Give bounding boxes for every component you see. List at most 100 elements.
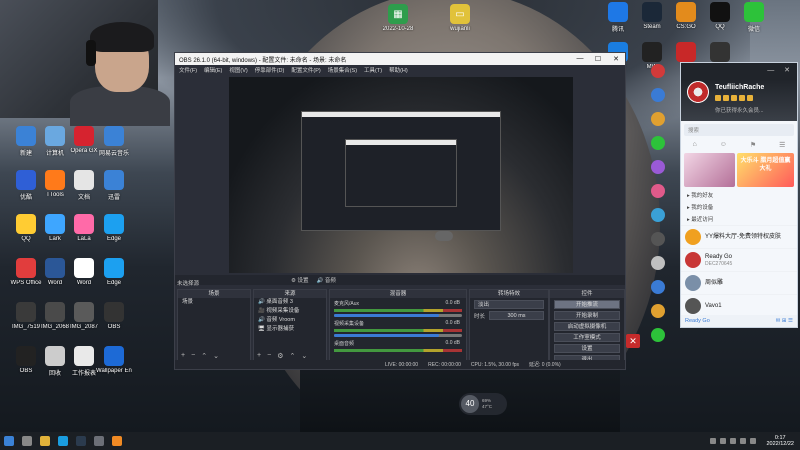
volume-icon[interactable] (740, 438, 747, 444)
down-icon[interactable]: ⌄ (213, 352, 219, 360)
start-recording-button[interactable]: 开始录制 (554, 311, 620, 320)
app-icon[interactable] (112, 436, 122, 446)
source-item[interactable]: 🔊 音频 Vroom (254, 316, 326, 325)
audio-shortcut[interactable]: 🔊 音频 (316, 276, 335, 284)
desktop-icon[interactable]: OBS (96, 302, 132, 330)
app-shortcut-icon[interactable] (651, 88, 665, 102)
add-icon[interactable]: + (257, 352, 261, 360)
desktop-icon[interactable]: Edge (96, 258, 132, 286)
explorer-icon[interactable] (40, 436, 50, 446)
desktop-icon[interactable]: 网易云音乐 (96, 126, 132, 157)
settings-button[interactable]: 设置 (554, 344, 620, 353)
desktop-icon[interactable]: 迅雷 (96, 170, 132, 201)
tray-icon[interactable] (720, 438, 727, 444)
scene-item[interactable]: 场景 (178, 298, 250, 307)
menu-edit[interactable]: 编辑(E) (204, 66, 222, 74)
footer-label[interactable]: Ready Go (685, 318, 710, 324)
desktop-icon-file-2[interactable]: ▭ wujianli (442, 4, 478, 32)
desktop-icon[interactable]: Wallpaper Engine (96, 346, 132, 374)
app-icon (710, 42, 730, 62)
app-shortcut-icon[interactable] (651, 184, 665, 198)
group-friends[interactable]: ▸ 我的好友 (681, 189, 797, 201)
virtual-camera-button[interactable]: 启动虚拟摄像机 (554, 322, 620, 331)
list-item[interactable]: 周似雕 (681, 271, 797, 294)
list-item[interactable]: Ready Go DEC270645 (681, 248, 797, 271)
desktop-icon[interactable]: Edge (96, 214, 132, 242)
language-icon[interactable] (750, 438, 757, 444)
desktop-icon[interactable]: Steam (634, 2, 670, 30)
list-item[interactable]: YY爆料大厅-免费领特权皮肤 (681, 225, 797, 248)
settings-shortcut[interactable]: ⚙ 设置 (291, 276, 308, 284)
tab-contacts[interactable]: ☺ (720, 141, 727, 149)
maximize-button[interactable]: ☐ (589, 55, 607, 63)
gear-icon[interactable]: ⚙ (277, 352, 283, 360)
network-icon[interactable] (730, 438, 737, 444)
app-shortcut-icon[interactable] (651, 256, 665, 270)
desktop-icon[interactable]: CS:GO (668, 2, 704, 30)
obs-preview-canvas[interactable] (229, 77, 573, 273)
source-item[interactable]: 🔊 桌面音频 3 (254, 298, 326, 307)
obs-icon[interactable] (94, 436, 104, 446)
app-icon (45, 214, 65, 234)
search-icon[interactable] (22, 436, 32, 446)
menu-profile[interactable]: 配置文件(P) (291, 66, 320, 74)
duration-input[interactable]: 300 ms (489, 311, 544, 320)
close-button[interactable]: ✕ (607, 55, 625, 63)
desktop-icon[interactable]: 腾讯 (600, 2, 636, 33)
list-item[interactable]: Vavo1 (681, 294, 797, 317)
app-shortcut-icon[interactable] (651, 232, 665, 246)
transition-select[interactable]: 淡出 (474, 300, 544, 309)
app-shortcut-icon[interactable] (651, 208, 665, 222)
app-shortcut-icon[interactable] (651, 280, 665, 294)
tab-more[interactable]: ☰ (779, 141, 785, 149)
start-streaming-button[interactable]: 开始推流 (554, 300, 620, 309)
tray-icon[interactable] (710, 438, 717, 444)
volume-slider[interactable] (334, 314, 462, 317)
app-shortcut-icon[interactable] (651, 136, 665, 150)
source-item[interactable]: 🎥 视频采集设备 (254, 307, 326, 316)
app-shortcut-icon[interactable] (651, 328, 665, 342)
clock[interactable]: 0:17 2022/12/22 (766, 435, 794, 447)
obs-titlebar[interactable]: OBS 26.1.0 (64-bit, windows) - 配置文件: 未命名… (175, 53, 625, 65)
steam-icon[interactable] (76, 436, 86, 446)
qq-window-controls[interactable]: — ✕ (767, 66, 794, 74)
tab-groups[interactable]: ⚑ (750, 141, 756, 149)
app-shortcut-icon[interactable] (651, 64, 665, 78)
group-recent[interactable]: ▸ 最近访问 (681, 213, 797, 225)
footer-icons[interactable]: ✉ ⊞ ☰ (776, 318, 793, 324)
close-x-icon[interactable]: ✕ (626, 334, 640, 348)
volume-slider[interactable] (334, 334, 462, 337)
obs-window[interactable]: OBS 26.1.0 (64-bit, windows) - 配置文件: 未命名… (174, 52, 626, 370)
source-item[interactable]: 🖥 显示器捕获 (254, 325, 326, 334)
remove-icon[interactable]: − (267, 352, 271, 360)
menu-scene-collection[interactable]: 场景集合(S) (328, 66, 357, 74)
app-shortcut-icon[interactable] (651, 304, 665, 318)
desktop-icon[interactable]: QQ (702, 2, 738, 30)
menu-help[interactable]: 帮助(H) (389, 66, 408, 74)
down-icon[interactable]: ⌄ (301, 352, 307, 360)
tab-home[interactable]: ⌂ (693, 141, 697, 149)
desktop-icon-file-1[interactable]: ▦ 2022-10-28 (380, 4, 416, 32)
qq-profile: TeufliichRache 你已获得永久会员... (681, 79, 797, 121)
app-shortcut-icon[interactable] (651, 112, 665, 126)
qq-banner[interactable]: 大乐斗 腊月超值赢大礼 (684, 153, 794, 187)
desktop-icon[interactable]: 微信 (736, 2, 772, 33)
menu-view[interactable]: 视图(V) (229, 66, 247, 74)
add-icon[interactable]: + (181, 352, 185, 360)
menu-file[interactable]: 文件(F) (179, 66, 197, 74)
remove-icon[interactable]: − (191, 352, 195, 360)
qq-titlebar[interactable]: — ✕ (681, 63, 797, 79)
qq-icon[interactable] (58, 436, 68, 446)
search-input[interactable]: 搜索 (684, 124, 794, 136)
avatar[interactable] (687, 81, 709, 103)
minimize-button[interactable]: — (571, 55, 589, 63)
up-icon[interactable]: ⌃ (201, 352, 207, 360)
up-icon[interactable]: ⌃ (289, 352, 295, 360)
studio-mode-button[interactable]: 工作室模式 (554, 333, 620, 342)
app-shortcut-icon[interactable] (651, 160, 665, 174)
menu-tools[interactable]: 工具(T) (364, 66, 382, 74)
qq-signature[interactable]: 你已获得永久会员... (715, 106, 764, 114)
start-icon[interactable] (4, 436, 14, 446)
group-devices[interactable]: ▸ 我的设备 (681, 201, 797, 213)
menu-docks[interactable]: 停靠部件(D) (255, 66, 285, 74)
